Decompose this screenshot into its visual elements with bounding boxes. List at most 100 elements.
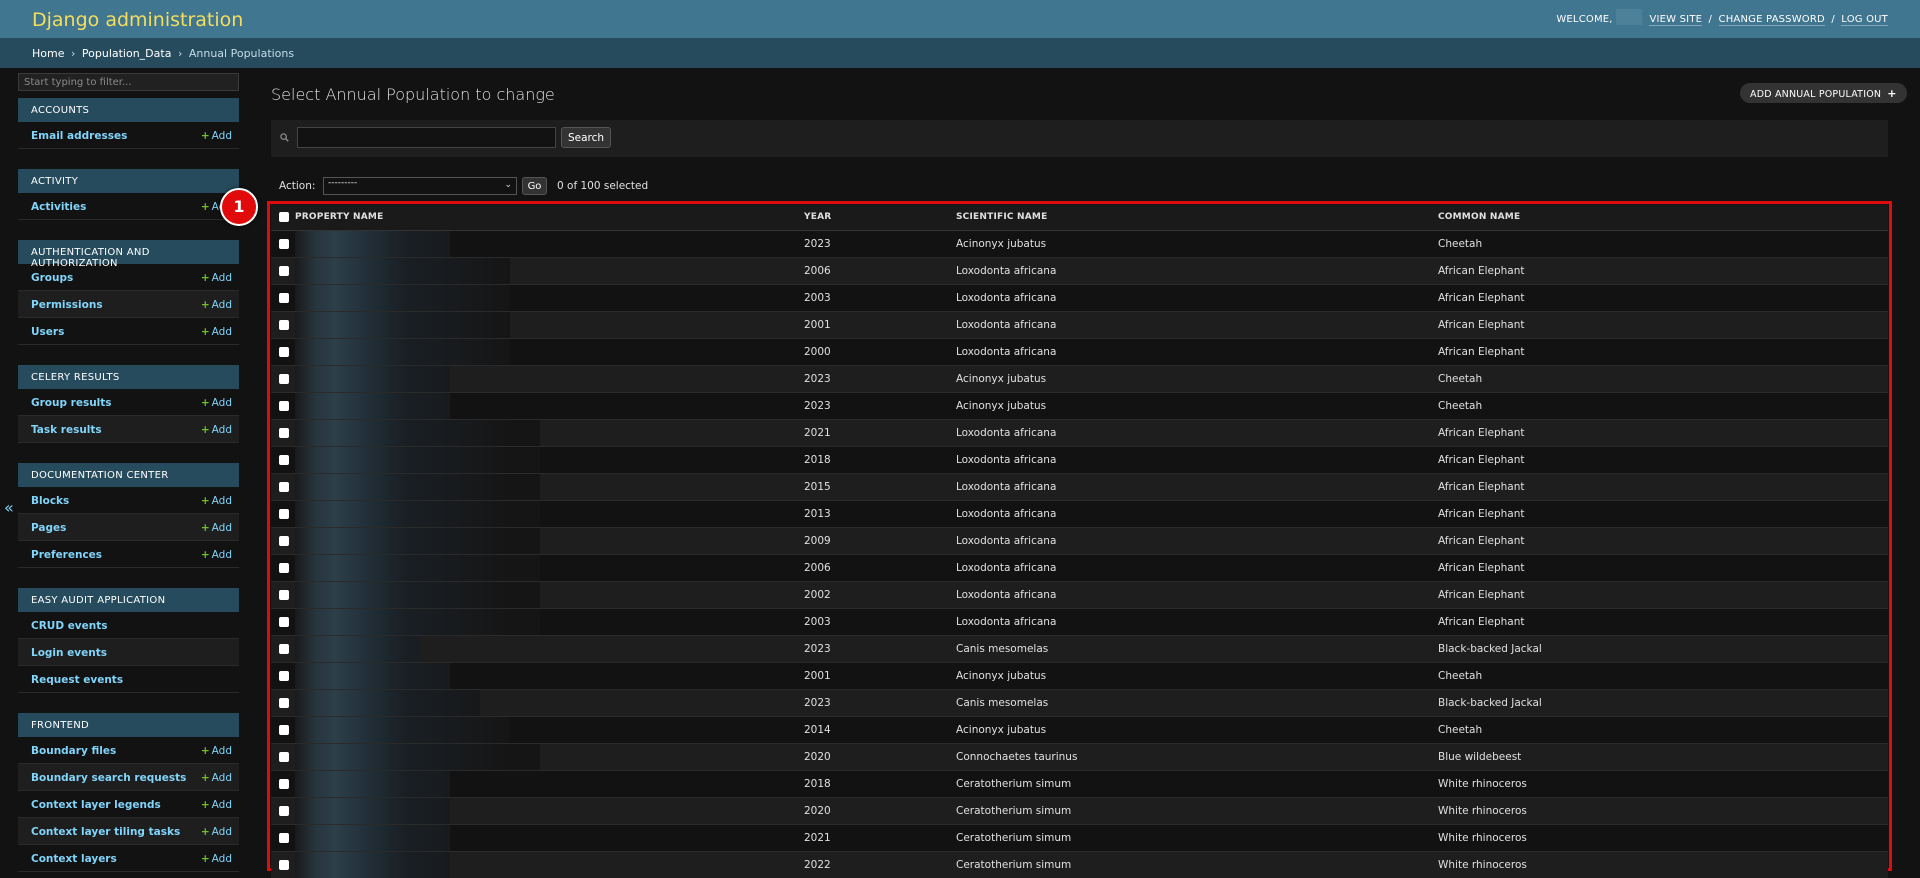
sidebar-model-link[interactable]: Context layer tiling tasks <box>31 826 180 838</box>
app-header[interactable]: DOCUMENTATION CENTER <box>18 463 239 487</box>
row-checkbox[interactable] <box>279 697 289 708</box>
row-checkbox[interactable] <box>279 778 289 789</box>
property-name-cell[interactable] <box>293 527 802 555</box>
row-checkbox[interactable] <box>279 373 289 384</box>
property-name-cell[interactable] <box>293 446 802 474</box>
go-button[interactable]: Go <box>522 177 547 195</box>
sidebar-add-link[interactable]: +Add <box>201 424 232 436</box>
sidebar-model-link[interactable]: Activities <box>31 201 86 213</box>
sidebar-model-link[interactable]: Context layer legends <box>31 799 161 811</box>
row-checkbox[interactable] <box>279 238 289 249</box>
row-checkbox[interactable] <box>279 535 289 546</box>
column-header-year[interactable]: YEAR <box>802 204 955 231</box>
row-checkbox[interactable] <box>279 400 289 411</box>
row-checkbox[interactable] <box>279 751 289 762</box>
row-checkbox[interactable] <box>279 346 289 357</box>
property-name-cell[interactable] <box>293 608 802 636</box>
sidebar-model-link[interactable]: Task results <box>31 424 102 436</box>
view-site-link[interactable]: VIEW SITE <box>1649 14 1703 26</box>
property-name-cell[interactable] <box>293 770 802 798</box>
property-name-cell[interactable] <box>293 824 802 852</box>
row-checkbox[interactable] <box>279 724 289 735</box>
sidebar-model-link[interactable]: Pages <box>31 522 66 534</box>
sidebar-model-link[interactable]: Users <box>31 326 64 338</box>
property-name-cell[interactable] <box>293 797 802 825</box>
sidebar-model-link[interactable]: Boundary files <box>31 745 116 757</box>
sidebar-model-link[interactable]: Email addresses <box>31 130 127 142</box>
app-header[interactable]: EASY AUDIT APPLICATION <box>18 588 239 612</box>
log-out-link[interactable]: LOG OUT <box>1841 14 1888 26</box>
property-name-cell[interactable] <box>293 500 802 528</box>
sidebar-add-link[interactable]: +Add <box>201 299 232 311</box>
sidebar-model-link[interactable]: CRUD events <box>31 620 108 632</box>
site-title[interactable]: Django administration <box>32 9 243 31</box>
change-password-link[interactable]: CHANGE PASSWORD <box>1718 14 1825 26</box>
search-input[interactable] <box>297 127 556 148</box>
property-name-cell[interactable] <box>293 554 802 582</box>
search-button[interactable]: Search <box>561 127 612 148</box>
row-checkbox[interactable] <box>279 805 289 816</box>
row-checkbox[interactable] <box>279 670 289 681</box>
sidebar-add-link[interactable]: +Add <box>201 130 232 142</box>
row-checkbox[interactable] <box>279 643 289 654</box>
nav-filter-input[interactable] <box>18 73 239 91</box>
sidebar-add-link[interactable]: +Add <box>201 826 232 838</box>
row-checkbox[interactable] <box>279 616 289 627</box>
sidebar-add-link[interactable]: +Add <box>201 522 232 534</box>
property-name-cell[interactable] <box>293 662 802 690</box>
sidebar-add-link[interactable]: +Add <box>201 549 232 561</box>
row-checkbox[interactable] <box>279 832 289 843</box>
property-name-cell[interactable] <box>293 419 802 447</box>
sidebar-add-link[interactable]: +Add <box>201 495 232 507</box>
property-name-cell[interactable] <box>293 284 802 312</box>
row-checkbox[interactable] <box>279 589 289 600</box>
select-all-checkbox[interactable] <box>279 211 289 222</box>
row-checkbox[interactable] <box>279 481 289 492</box>
property-name-cell[interactable] <box>293 257 802 285</box>
sidebar-model-link[interactable]: Blocks <box>31 495 69 507</box>
sidebar-add-link[interactable]: +Add <box>201 326 232 338</box>
action-select[interactable]: --------- ⌄ <box>323 177 517 195</box>
row-checkbox[interactable] <box>279 265 289 276</box>
row-checkbox[interactable] <box>279 859 289 870</box>
property-name-cell[interactable] <box>293 311 802 339</box>
sidebar-model-link[interactable]: Login events <box>31 647 107 659</box>
property-name-cell[interactable] <box>293 689 802 717</box>
app-header[interactable]: CELERY RESULTS <box>18 365 239 389</box>
row-checkbox[interactable] <box>279 292 289 303</box>
app-header[interactable]: FRONTEND <box>18 713 239 737</box>
sidebar-model-link[interactable]: Groups <box>31 272 73 284</box>
property-name-cell[interactable] <box>293 851 802 878</box>
sidebar-add-link[interactable]: +Add <box>201 272 232 284</box>
sidebar-model-link[interactable]: Request events <box>31 674 123 686</box>
collapse-sidebar-icon[interactable]: « <box>4 498 14 517</box>
row-checkbox[interactable] <box>279 427 289 438</box>
app-header[interactable]: ACTIVITY <box>18 169 239 193</box>
property-name-cell[interactable] <box>293 743 802 771</box>
breadcrumb-home[interactable]: Home <box>32 47 64 60</box>
property-name-cell[interactable] <box>293 473 802 501</box>
property-name-cell[interactable] <box>293 230 802 258</box>
sidebar-model-link[interactable]: Boundary search requests <box>31 772 186 784</box>
sidebar-add-link[interactable]: +Add <box>201 397 232 409</box>
sidebar-model-link[interactable]: Group results <box>31 397 112 409</box>
property-name-cell[interactable] <box>293 338 802 366</box>
row-checkbox[interactable] <box>279 508 289 519</box>
property-name-cell[interactable] <box>293 581 802 609</box>
property-name-cell[interactable] <box>293 635 802 663</box>
row-checkbox[interactable] <box>279 454 289 465</box>
app-header[interactable]: AUTHENTICATION AND AUTHORIZATION <box>18 240 239 269</box>
row-checkbox[interactable] <box>279 319 289 330</box>
app-header[interactable]: ACCOUNTS <box>18 98 239 122</box>
sidebar-add-link[interactable]: +Add <box>201 799 232 811</box>
sidebar-add-link[interactable]: +Add <box>201 745 232 757</box>
sidebar-model-link[interactable]: Context layers <box>31 853 117 865</box>
column-header-scientific-name[interactable]: SCIENTIFIC NAME <box>955 204 1437 231</box>
sidebar-model-link[interactable]: Permissions <box>31 299 103 311</box>
row-checkbox[interactable] <box>279 562 289 573</box>
column-header-property-name[interactable]: PROPERTY NAME <box>293 204 802 231</box>
property-name-cell[interactable] <box>293 716 802 744</box>
property-name-cell[interactable] <box>293 392 802 420</box>
breadcrumb-app[interactable]: Population_Data <box>82 47 172 60</box>
sidebar-model-link[interactable]: Preferences <box>31 549 102 561</box>
